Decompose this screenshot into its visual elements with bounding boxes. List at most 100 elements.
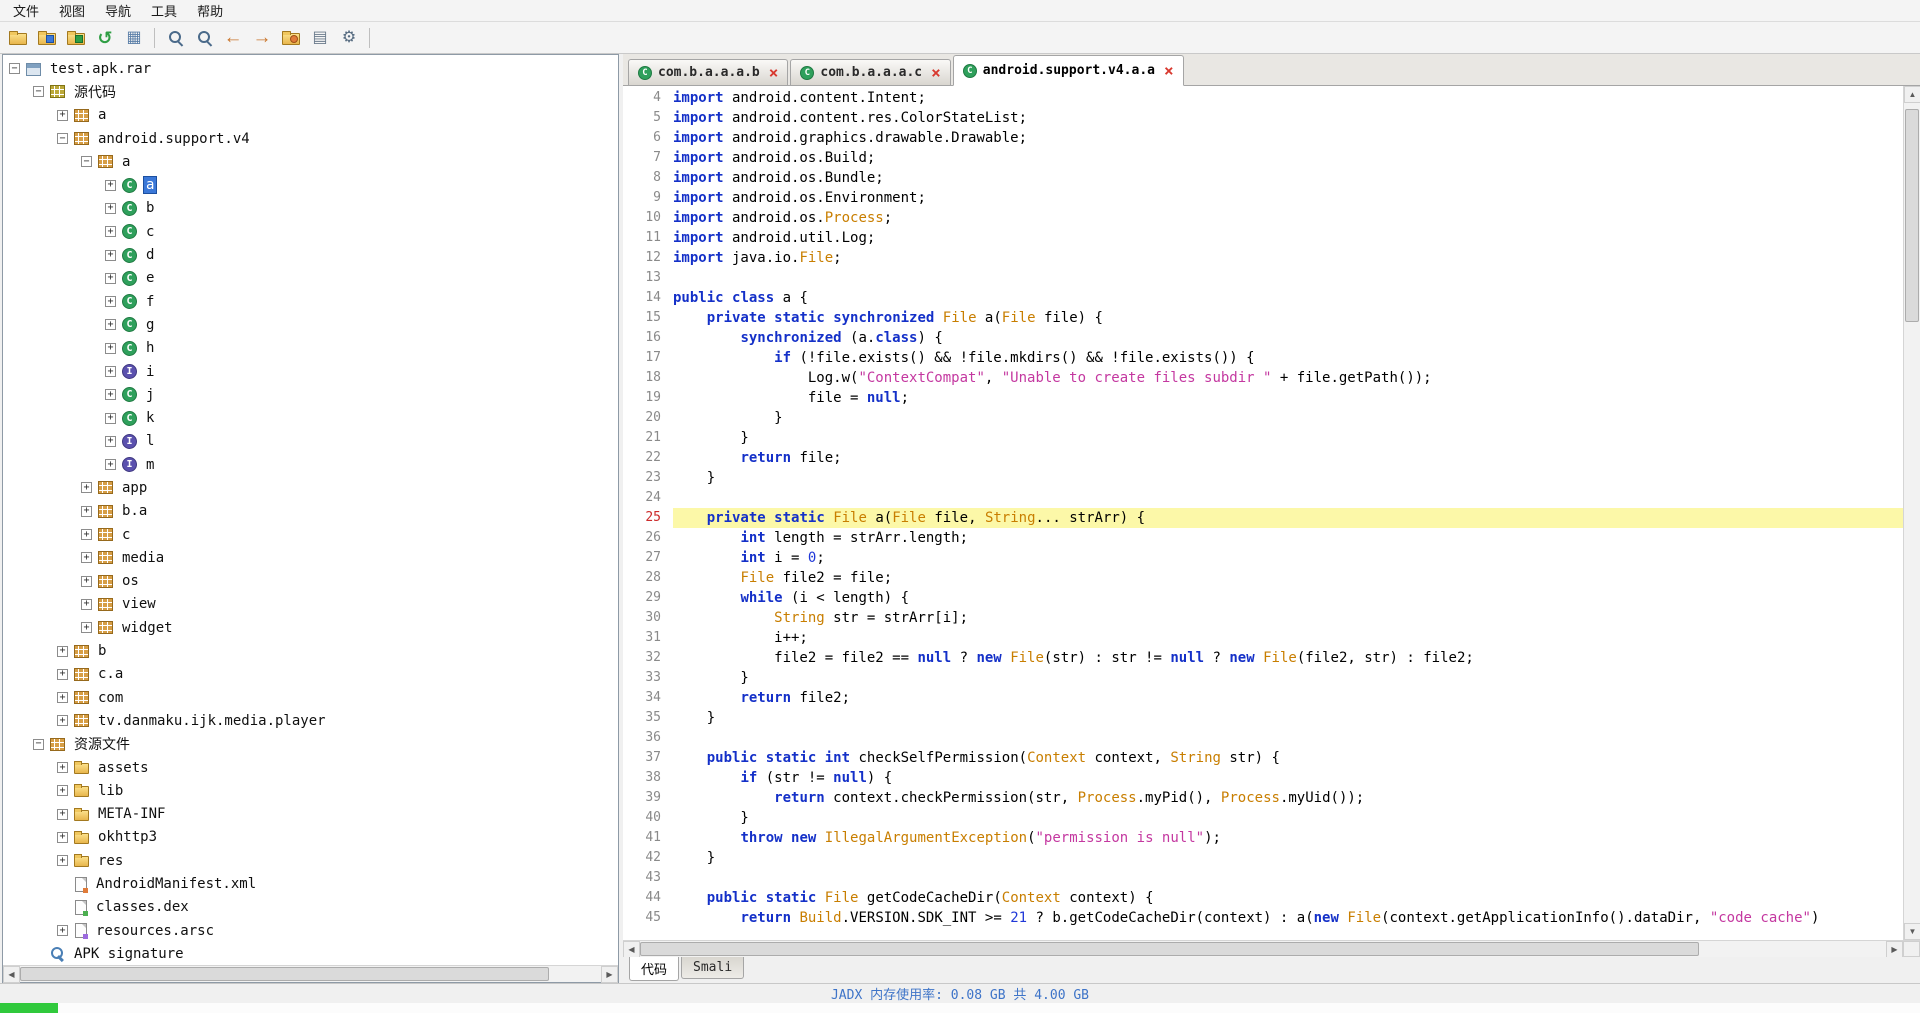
tree-item-widget[interactable]: + widget: [3, 616, 618, 639]
expander-plus-icon[interactable]: +: [105, 412, 116, 424]
tree-item-c[interactable]: + c: [3, 523, 618, 546]
expander-minus-icon[interactable]: −: [81, 156, 92, 168]
tree-item-okhttp3[interactable]: + okhttp3: [3, 826, 618, 849]
toolbar-button-preferences[interactable]: ⚙: [336, 25, 362, 51]
expander-plus-icon[interactable]: +: [105, 342, 116, 354]
tree-item-h[interactable]: + Ch: [3, 337, 618, 360]
tree-item-androidmanifest-xml[interactable]: AndroidManifest.xml: [3, 872, 618, 895]
toolbar-button-back[interactable]: ←: [220, 25, 246, 51]
project-tree[interactable]: − test.apk.rar − 源代码 + a − android.support.v4− a…: [3, 55, 618, 965]
expander-plus-icon[interactable]: +: [105, 249, 116, 261]
scroll-up-icon[interactable]: ▲: [1904, 86, 1920, 103]
scrollbar-thumb[interactable]: [640, 942, 1700, 956]
expander-plus-icon[interactable]: +: [105, 435, 116, 447]
toolbar-button-add-files[interactable]: [63, 25, 89, 51]
menu-help[interactable]: 帮助: [188, 0, 232, 21]
view-tab-smali[interactable]: Smali: [681, 957, 745, 979]
tree-item-b[interactable]: + Cb: [3, 197, 618, 220]
expander-plus-icon[interactable]: +: [105, 319, 116, 331]
toolbar-button-forward[interactable]: →: [249, 25, 275, 51]
expander-plus-icon[interactable]: +: [81, 598, 92, 610]
tree-item-com[interactable]: + com: [3, 686, 618, 709]
toolbar-button-log-viewer[interactable]: ▤: [307, 25, 333, 51]
tree-item-android-support-v4[interactable]: − android.support.v4: [3, 127, 618, 150]
editor-tab-com-b-a-a-a-b[interactable]: Ccom.b.a.a.a.b ×: [628, 59, 789, 85]
tree-item-m[interactable]: + Im: [3, 453, 618, 476]
expander-plus-icon[interactable]: +: [57, 109, 68, 121]
toolbar-button-search-class[interactable]: [191, 25, 217, 51]
tree-horizontal-scrollbar[interactable]: ◀ ▶: [3, 965, 618, 983]
expander-plus-icon[interactable]: +: [105, 202, 116, 214]
tree-item-app[interactable]: + app: [3, 476, 618, 499]
expander-plus-icon[interactable]: +: [105, 226, 116, 238]
menu-navigation[interactable]: 导航: [96, 0, 140, 21]
menu-tools[interactable]: 工具: [142, 0, 186, 21]
expander-minus-icon[interactable]: −: [57, 133, 68, 145]
expander-plus-icon[interactable]: +: [81, 505, 92, 517]
close-tab-icon[interactable]: ×: [769, 64, 779, 81]
tree-item-apk-signature[interactable]: APK signature: [3, 942, 618, 965]
tree-item-c-a[interactable]: + c.a: [3, 663, 618, 686]
expander-plus-icon[interactable]: +: [57, 692, 68, 704]
expander-plus-icon[interactable]: +: [57, 925, 68, 937]
expander-plus-icon[interactable]: +: [81, 482, 92, 494]
expander-plus-icon[interactable]: +: [57, 855, 68, 867]
close-tab-icon[interactable]: ×: [1164, 62, 1174, 79]
expander-plus-icon[interactable]: +: [105, 389, 116, 401]
toolbar-button-reload[interactable]: ↺: [92, 25, 118, 51]
expander-minus-icon[interactable]: −: [9, 63, 20, 75]
menu-view[interactable]: 视图: [50, 0, 94, 21]
code-editor[interactable]: 4 import android.content.Intent; 5 import a…: [623, 86, 1903, 940]
tree-item-tv-danmaku-ijk-media-player[interactable]: + tv.danmaku.ijk.media.player: [3, 709, 618, 732]
view-tab-item[interactable]: 代码: [629, 957, 680, 981]
tree-item-os[interactable]: + os: [3, 570, 618, 593]
tree-item-item[interactable]: − 资源文件: [3, 733, 618, 756]
expander-plus-icon[interactable]: +: [81, 622, 92, 634]
tree-item-lib[interactable]: + lib: [3, 779, 618, 802]
tree-item-g[interactable]: + Cg: [3, 313, 618, 336]
scroll-left-icon[interactable]: ◀: [623, 941, 640, 958]
tree-item-d[interactable]: + Cd: [3, 243, 618, 266]
tree-item-j[interactable]: + Cj: [3, 383, 618, 406]
editor-tab-android-support-v4-a-a[interactable]: Candroid.support.v4.a.a ×: [952, 55, 1184, 86]
toolbar-button-open-device[interactable]: [278, 25, 304, 51]
scrollbar-thumb[interactable]: [20, 967, 549, 981]
editor-tab-com-b-a-a-a-c[interactable]: Ccom.b.a.a.a.c ×: [790, 59, 951, 85]
expander-plus-icon[interactable]: +: [57, 808, 68, 820]
toolbar-button-open-file[interactable]: [5, 25, 31, 51]
tree-item-l[interactable]: + Il: [3, 430, 618, 453]
expander-minus-icon[interactable]: −: [33, 86, 44, 98]
toolbar-button-search-text[interactable]: [162, 25, 188, 51]
expander-plus-icon[interactable]: +: [57, 831, 68, 843]
expander-plus-icon[interactable]: +: [57, 715, 68, 727]
expander-plus-icon[interactable]: +: [105, 366, 116, 377]
expander-plus-icon[interactable]: +: [57, 668, 68, 680]
tree-item-c[interactable]: + Cc: [3, 220, 618, 243]
tree-item-a[interactable]: + Ca: [3, 173, 618, 196]
toolbar-button-export[interactable]: ▦: [121, 25, 147, 51]
editor-vertical-scrollbar[interactable]: ▲ ▼: [1903, 86, 1920, 940]
menu-file[interactable]: 文件: [4, 0, 48, 21]
toolbar-button-open-project[interactable]: [34, 25, 60, 51]
tree-item-item[interactable]: − 源代码: [3, 80, 618, 103]
tree-item-classes-dex[interactable]: classes.dex: [3, 896, 618, 919]
tree-item-i[interactable]: + Ii: [3, 360, 618, 383]
scroll-down-icon[interactable]: ▼: [1904, 923, 1920, 940]
expander-plus-icon[interactable]: +: [105, 459, 116, 471]
expander-plus-icon[interactable]: +: [57, 762, 68, 774]
tree-item-view[interactable]: + view: [3, 593, 618, 616]
tree-item-a[interactable]: − a: [3, 150, 618, 173]
scroll-right-icon[interactable]: ▶: [1886, 941, 1903, 958]
scroll-left-icon[interactable]: ◀: [3, 966, 20, 983]
tree-item-e[interactable]: + Ce: [3, 267, 618, 290]
expander-plus-icon[interactable]: +: [105, 272, 116, 284]
editor-horizontal-scrollbar[interactable]: ◀ ▶: [623, 940, 1920, 958]
expander-minus-icon[interactable]: −: [33, 738, 44, 750]
tree-item-b-a[interactable]: + b.a: [3, 500, 618, 523]
tree-item-resources-arsc[interactable]: + resources.arsc: [3, 919, 618, 942]
tree-item-assets[interactable]: + assets: [3, 756, 618, 779]
tree-item-a[interactable]: + a: [3, 104, 618, 127]
expander-plus-icon[interactable]: +: [105, 179, 116, 191]
tree-item-test-apk-rar[interactable]: − test.apk.rar: [3, 57, 618, 80]
tree-item-f[interactable]: + Cf: [3, 290, 618, 313]
